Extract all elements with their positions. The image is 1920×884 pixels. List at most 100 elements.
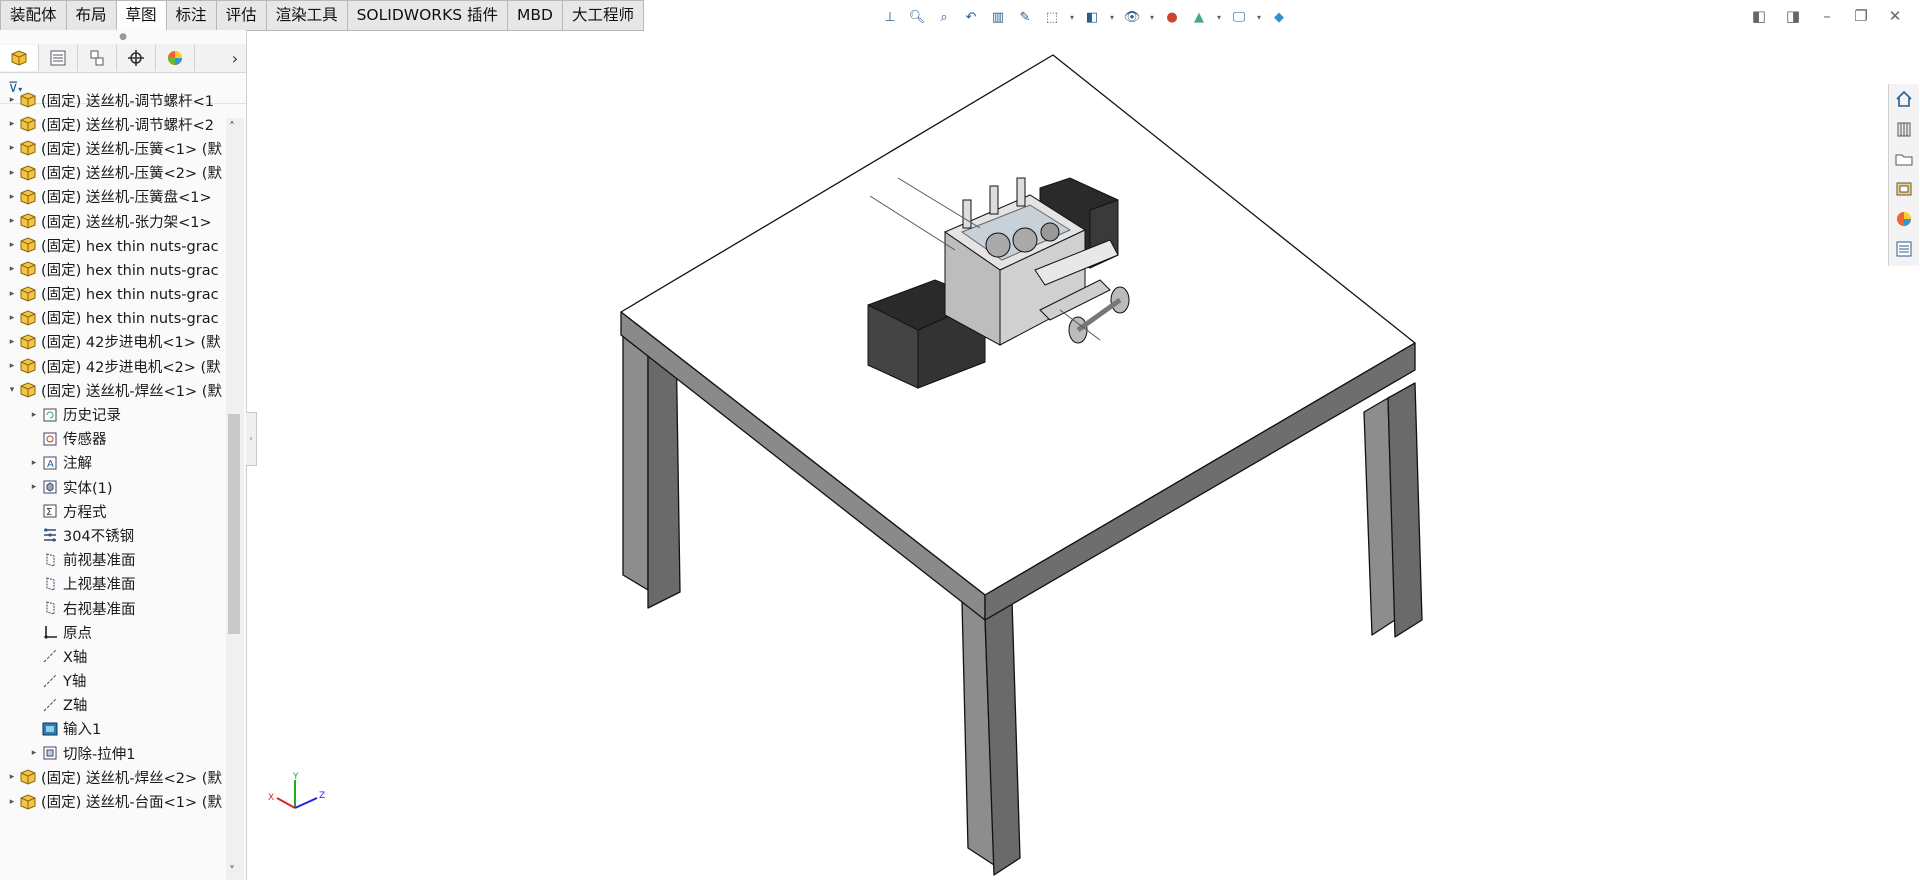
tab-4[interactable]: 评估 bbox=[216, 0, 267, 31]
chevron-right-icon[interactable]: ▸ bbox=[6, 216, 18, 226]
panel-grip[interactable]: ● bbox=[0, 30, 246, 44]
tab-1[interactable]: 布局 bbox=[66, 0, 117, 31]
edit-appearance-icon[interactable]: ● bbox=[1160, 5, 1184, 29]
tree-item[interactable]: ▸ (固定) 送丝机-调节螺杆<2 bbox=[0, 112, 226, 136]
tab-0[interactable]: 装配体 bbox=[0, 0, 67, 31]
featuremanager-tab[interactable] bbox=[0, 45, 39, 71]
tree-item[interactable]: ▸ (固定) 送丝机-焊丝<2> (默 bbox=[0, 765, 226, 789]
tab-5[interactable]: 渲染工具 bbox=[266, 0, 348, 31]
minimize-icon[interactable]: – bbox=[1816, 6, 1838, 26]
previous-view-icon[interactable]: ↶ bbox=[959, 5, 983, 29]
appearances-icon[interactable] bbox=[1889, 204, 1919, 234]
propertymanager-tab[interactable] bbox=[39, 45, 78, 71]
tree-item[interactable]: X轴 bbox=[0, 644, 226, 668]
tree-item[interactable]: Σ 方程式 bbox=[0, 499, 226, 523]
chevron-right-icon[interactable]: ▸ bbox=[6, 168, 18, 178]
tile-left-icon[interactable]: ◧ bbox=[1748, 6, 1770, 26]
chevron-right-icon[interactable]: ▸ bbox=[6, 143, 18, 153]
chevron-right-icon[interactable]: ▸ bbox=[28, 458, 40, 468]
chevron-right-icon[interactable]: ▸ bbox=[6, 313, 18, 323]
chevron-right-icon[interactable]: ▸ bbox=[6, 797, 18, 807]
chevron-right-icon[interactable]: ▸ bbox=[6, 289, 18, 299]
view-settings-icon[interactable]: 🖵︎ bbox=[1227, 5, 1251, 29]
tab-8[interactable]: 大工程师 bbox=[562, 0, 644, 31]
close-icon[interactable]: ✕ bbox=[1884, 6, 1906, 26]
tree-item[interactable]: ▸ (固定) 42步进电机<1> (默 bbox=[0, 330, 226, 354]
tree-item[interactable]: ▸ (固定) hex thin nuts-grac bbox=[0, 257, 226, 281]
scroll-thumb[interactable] bbox=[228, 414, 240, 634]
tree-item[interactable]: ▸ (固定) 送丝机-台面<1> (默 bbox=[0, 789, 226, 813]
chevron-down-icon[interactable]: ▾ bbox=[6, 385, 18, 395]
tab-2[interactable]: 草图 bbox=[116, 0, 167, 31]
section-view-icon[interactable]: ▥ bbox=[986, 5, 1010, 29]
display-style-icon[interactable]: ◧ bbox=[1080, 5, 1104, 29]
tree-item[interactable]: 304不锈钢 bbox=[0, 523, 226, 547]
tree-item[interactable]: ▸ (固定) 送丝机-调节螺杆<1 bbox=[0, 88, 226, 112]
tree-item[interactable]: 传感器 bbox=[0, 427, 226, 451]
apply-scene-icon[interactable]: ▲ bbox=[1187, 5, 1211, 29]
chevron-right-icon[interactable]: ▸ bbox=[6, 264, 18, 274]
tree-item[interactable]: Y轴 bbox=[0, 669, 226, 693]
tree-item[interactable]: ▸ (固定) 送丝机-压簧盘<1> bbox=[0, 185, 226, 209]
chevron-down-icon[interactable]: ▾ bbox=[1254, 5, 1264, 29]
file-explorer-icon[interactable] bbox=[1889, 144, 1919, 174]
chevron-right-icon[interactable]: ▸ bbox=[6, 192, 18, 202]
chevron-right-icon[interactable]: ▸ bbox=[6, 337, 18, 347]
tree-item[interactable]: ▸ (固定) hex thin nuts-grac bbox=[0, 282, 226, 306]
chevron-down-icon[interactable]: ▾ bbox=[1214, 5, 1224, 29]
display-manager-tab[interactable] bbox=[156, 45, 195, 71]
tab-6[interactable]: SOLIDWORKS 插件 bbox=[347, 0, 509, 31]
hide-show-icon[interactable]: 👁︎ bbox=[1120, 5, 1144, 29]
tree-item[interactable]: 前视基准面 bbox=[0, 548, 226, 572]
scroll-up-icon[interactable]: ˄ bbox=[229, 120, 235, 134]
home-icon[interactable] bbox=[1889, 84, 1919, 114]
3d-view-icon[interactable]: ◆ bbox=[1267, 5, 1291, 29]
tab-7[interactable]: MBD bbox=[508, 0, 563, 31]
design-library-icon[interactable] bbox=[1889, 114, 1919, 144]
chevron-right-icon[interactable]: ▸ bbox=[6, 119, 18, 129]
configurationmanager-tab[interactable] bbox=[78, 45, 117, 71]
tree-item[interactable]: ▾ (固定) 送丝机-焊丝<1> (默 bbox=[0, 378, 226, 402]
view-orientation-cube-icon[interactable]: ⬚ bbox=[1040, 5, 1064, 29]
chevron-right-icon[interactable]: › bbox=[224, 49, 246, 68]
tree-item[interactable]: ▸ (固定) hex thin nuts-grac bbox=[0, 233, 226, 257]
tree-item[interactable]: ▸ (固定) 送丝机-压簧<2> (默 bbox=[0, 161, 226, 185]
tree-item[interactable]: ▸(固定) 送丝机-张力架2<1: bbox=[0, 814, 226, 818]
tree-item[interactable]: 右视基准面 bbox=[0, 596, 226, 620]
tree-item[interactable]: ▸ (固定) 送丝机-张力架<1> bbox=[0, 209, 226, 233]
tree-item[interactable]: ▸ 切除-拉伸1 bbox=[0, 741, 226, 765]
tree-item[interactable]: ▸ 历史记录 bbox=[0, 402, 226, 426]
chevron-right-icon[interactable]: ▸ bbox=[28, 748, 40, 758]
chevron-right-icon[interactable]: ▸ bbox=[6, 361, 18, 371]
zoom-to-area-icon[interactable]: ⌕ bbox=[932, 5, 956, 29]
graphics-area[interactable]: Y Z X bbox=[247, 30, 1887, 880]
tree-item[interactable]: ▸ (固定) 42步进电机<2> (默 bbox=[0, 354, 226, 378]
tree-item[interactable]: ▸ 实体(1) bbox=[0, 475, 226, 499]
tile-right-icon[interactable]: ◨ bbox=[1782, 6, 1804, 26]
tree-item[interactable]: 上视基准面 bbox=[0, 572, 226, 596]
model-viewport[interactable] bbox=[247, 30, 1887, 880]
dynamic-annotation-icon[interactable]: ✎ bbox=[1013, 5, 1037, 29]
tree-item[interactable]: ▸ A 注解 bbox=[0, 451, 226, 475]
tree-item[interactable]: ▸ (固定) hex thin nuts-grac bbox=[0, 306, 226, 330]
chevron-right-icon[interactable]: ▸ bbox=[6, 95, 18, 105]
zoom-to-fit-icon[interactable]: 🔍︎ bbox=[905, 5, 929, 29]
view-palette-icon[interactable] bbox=[1889, 174, 1919, 204]
chevron-right-icon[interactable]: ▸ bbox=[28, 410, 40, 420]
custom-properties-icon[interactable] bbox=[1889, 234, 1919, 264]
dimxpert-tab[interactable] bbox=[117, 45, 156, 71]
restore-icon[interactable]: ❐ bbox=[1850, 6, 1872, 26]
chevron-right-icon[interactable]: ▸ bbox=[28, 482, 40, 492]
tab-3[interactable]: 标注 bbox=[166, 0, 217, 31]
chevron-right-icon[interactable]: ▸ bbox=[6, 240, 18, 250]
chevron-down-icon[interactable]: ▾ bbox=[1147, 5, 1157, 29]
tree-item[interactable]: 输入1 bbox=[0, 717, 226, 741]
vertical-scrollbar[interactable]: ˄ ˅ bbox=[226, 118, 244, 880]
view-orientation-icon[interactable]: ⊥ bbox=[878, 5, 902, 29]
chevron-right-icon[interactable]: ▸ bbox=[6, 772, 18, 782]
chevron-down-icon[interactable]: ▾ bbox=[1107, 5, 1117, 29]
chevron-down-icon[interactable]: ▾ bbox=[1067, 5, 1077, 29]
tree-item[interactable]: ▸ (固定) 送丝机-压簧<1> (默 bbox=[0, 136, 226, 160]
tree-item[interactable]: 原点 bbox=[0, 620, 226, 644]
scroll-down-icon[interactable]: ˅ bbox=[229, 864, 235, 878]
